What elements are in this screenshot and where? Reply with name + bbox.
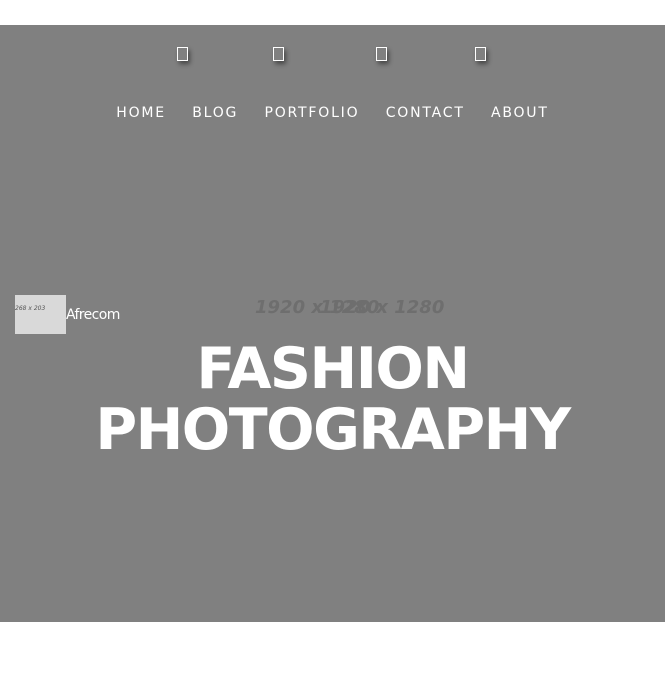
social-links xyxy=(0,47,665,65)
nav-item-home[interactable]: HOME xyxy=(116,105,166,121)
facebook-icon[interactable] xyxy=(177,47,188,61)
hero-title: FASHION PHOTOGRAPHY xyxy=(0,339,665,461)
nav-item-blog[interactable]: BLOG xyxy=(192,105,238,121)
instagram-icon[interactable] xyxy=(376,47,387,61)
hero-title-line-1: FASHION xyxy=(196,336,470,402)
main-nav: HOME BLOG PORTFOLIO CONTACT ABOUT xyxy=(0,105,665,121)
hero-title-line-2: PHOTOGRAPHY xyxy=(95,397,571,463)
logo-image-size-label: 268 x 203 xyxy=(15,305,46,312)
nav-item-portfolio[interactable]: PORTFOLIO xyxy=(264,105,359,121)
logo-text: Afrecom xyxy=(66,307,120,323)
hero-image-size-label-overlap: 1920 x 1280 xyxy=(320,297,445,318)
nav-item-contact[interactable]: CONTACT xyxy=(386,105,465,121)
logo-image-placeholder: 268 x 203 xyxy=(15,295,66,334)
hero-section: HOME BLOG PORTFOLIO CONTACT ABOUT 1920 x… xyxy=(0,25,665,622)
twitter-icon[interactable] xyxy=(273,47,284,61)
nav-item-about[interactable]: ABOUT xyxy=(491,105,549,121)
pinterest-icon[interactable] xyxy=(475,47,486,61)
